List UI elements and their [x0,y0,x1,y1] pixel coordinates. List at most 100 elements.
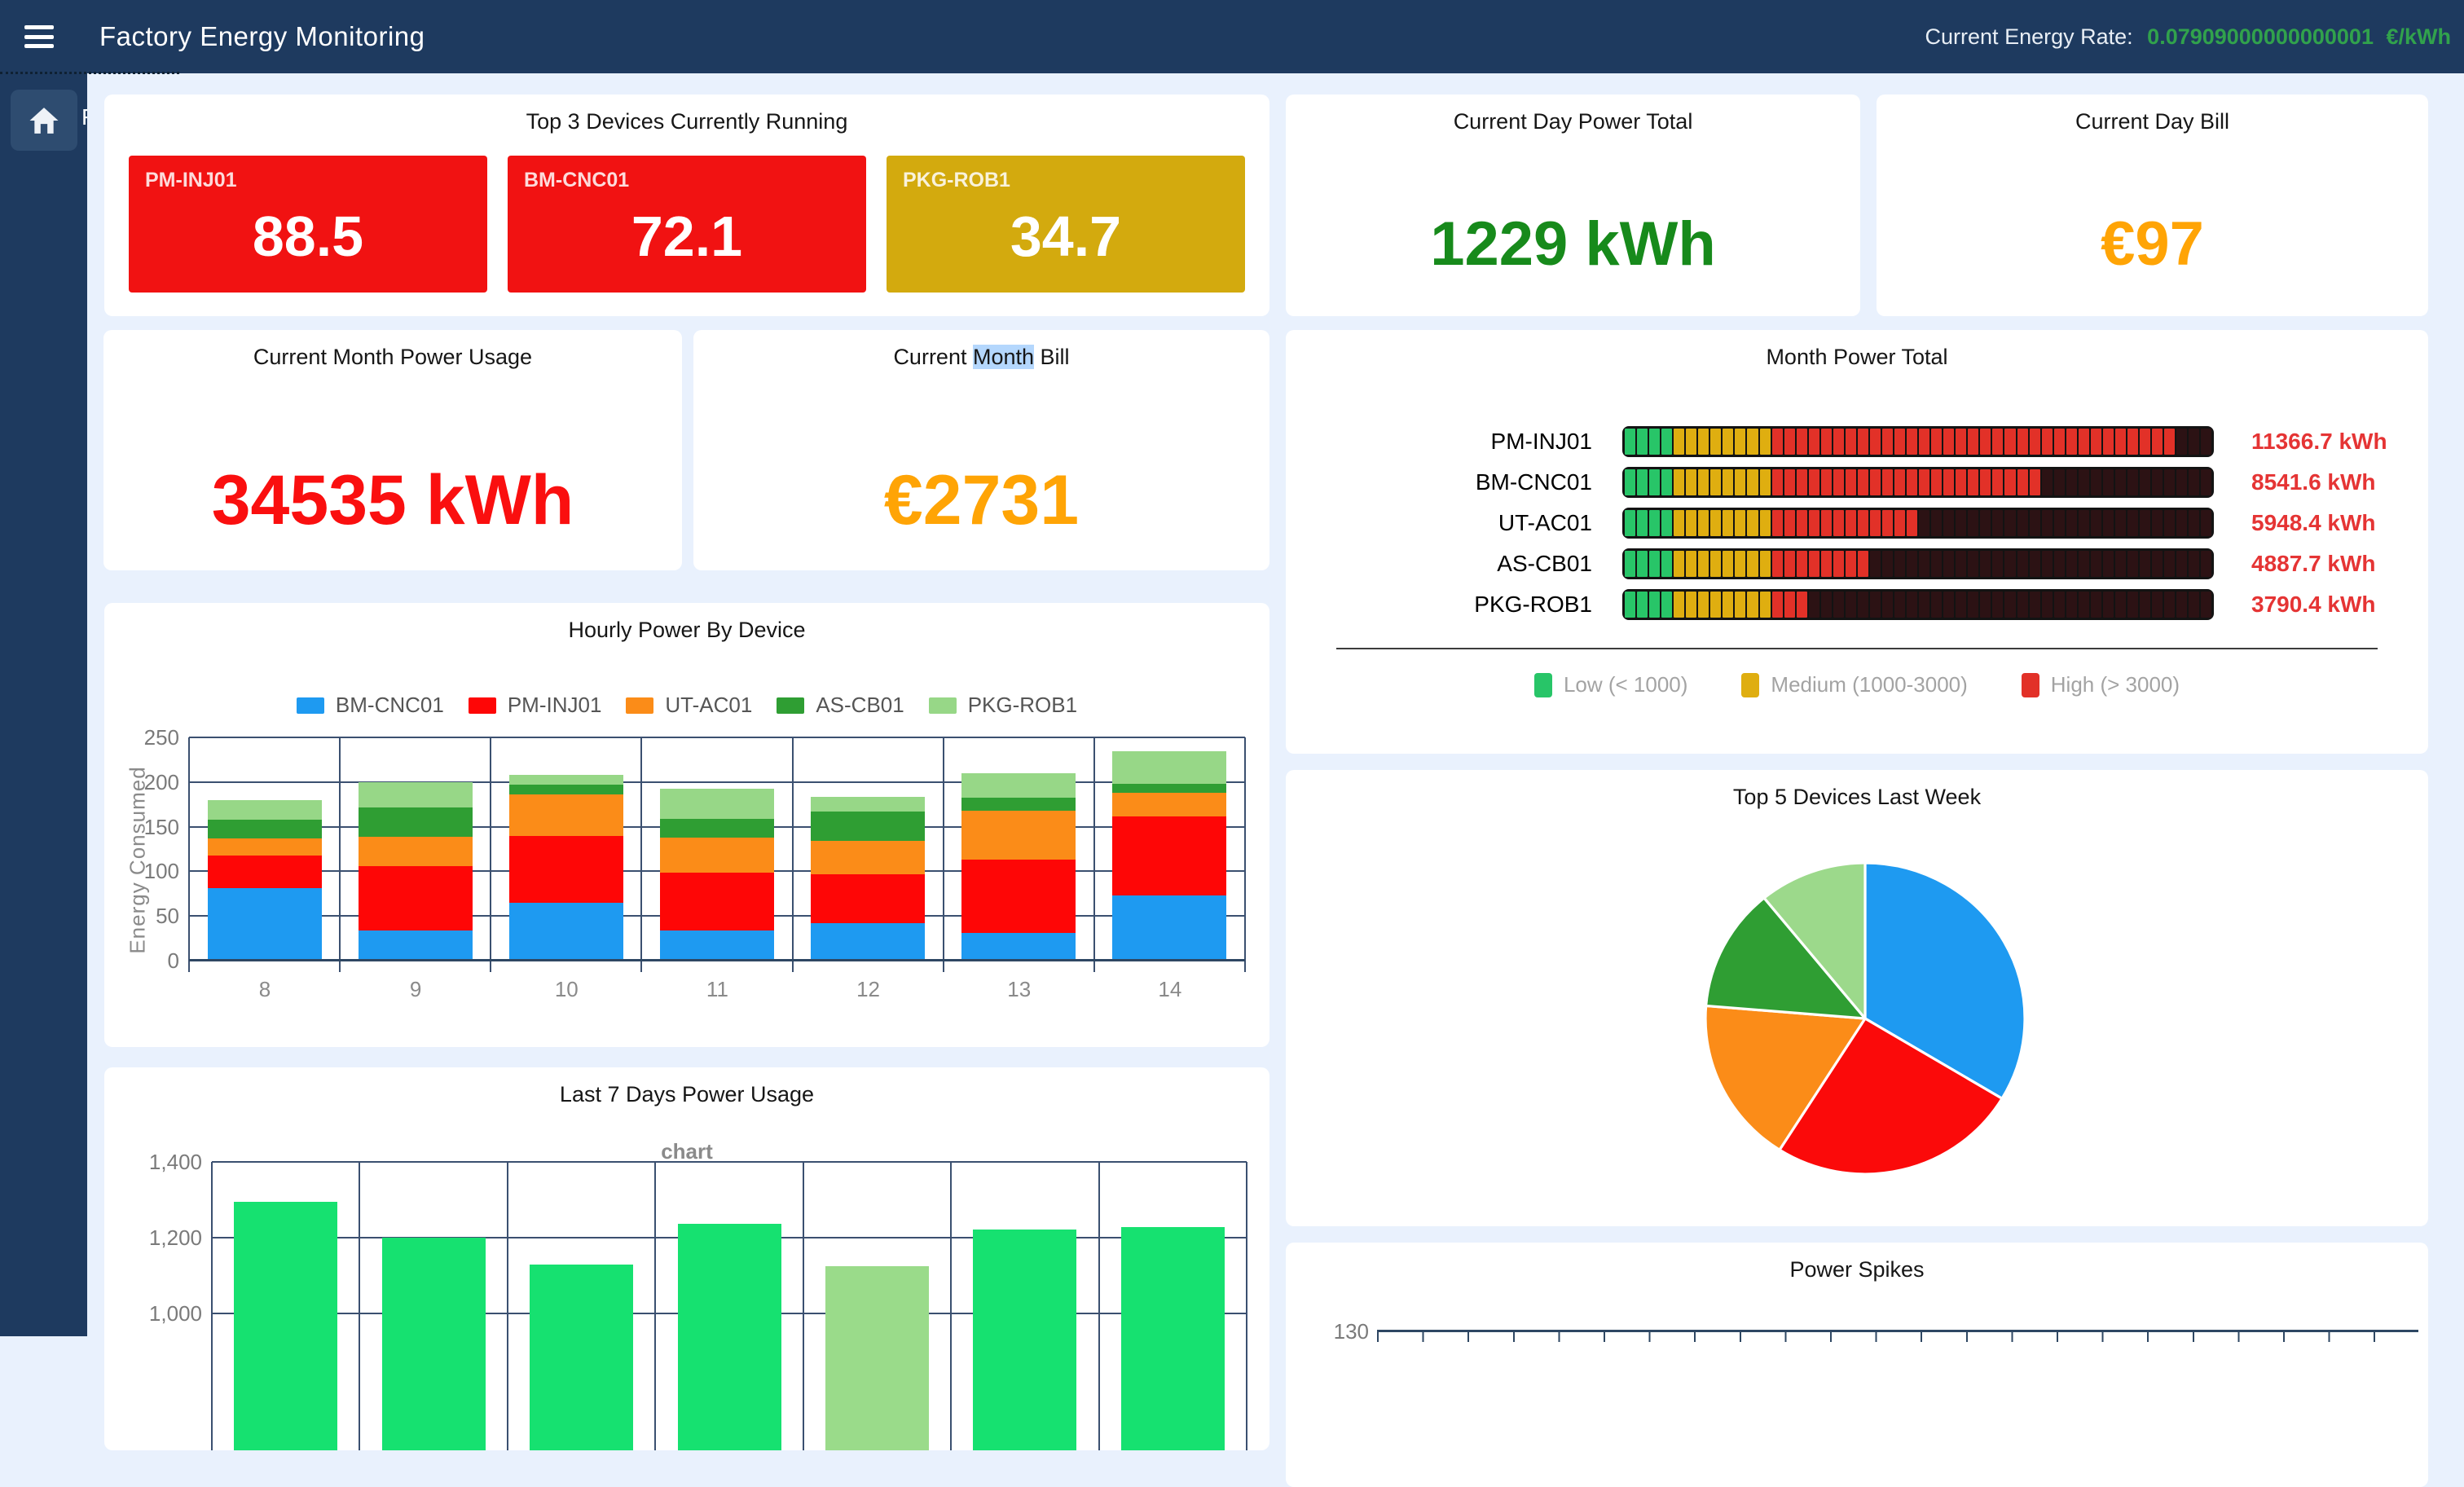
gridline-v [1098,1162,1100,1450]
stacked-bar[interactable] [660,789,774,959]
bar-segment [2066,429,2077,455]
legend-item[interactable]: BM-CNC01 [297,693,444,718]
bar-segment [1919,429,1929,455]
bar-segment [1858,510,1868,536]
bar-segment [2030,592,2040,618]
bar-segment [2030,469,2040,495]
device-kwh-value: 8541.6 kWh [2251,469,2376,495]
bar-segment [1870,592,1881,618]
bar-segment [1747,429,1758,455]
bar-segment [1882,592,1893,618]
bar-segment [2004,551,2015,577]
segmented-bar[interactable] [1622,426,2214,457]
legend-swatch [1741,673,1759,697]
bar-segment [2164,429,2175,455]
segmented-bar[interactable] [1622,508,2214,539]
bar-segment [2066,592,2077,618]
card-top3-devices: Top 3 Devices Currently Running PM-INJ01… [104,95,1269,316]
bar-segment [1698,551,1709,577]
bar-segment [1846,469,1856,495]
home-button[interactable] [11,90,77,151]
bar-segment-PKG-ROB1 [811,797,925,812]
bar-segment-PKG-ROB1 [1112,751,1226,785]
device-tile-pm-inj01[interactable]: PM-INJ01 88.5 [129,156,487,293]
selected-text: Month [973,345,1034,369]
bar-segment [1723,429,1733,455]
bar-segment [1907,551,1917,577]
stacked-bar[interactable] [208,800,322,959]
bar-segment [1992,469,2003,495]
daily-usage-bar[interactable] [530,1265,633,1450]
bar-segment [2140,551,2150,577]
card-day-power-total: Current Day Power Total 1229 kWh [1286,95,1860,316]
bar-segment [2115,510,2126,536]
bar-segment [1894,429,1905,455]
bar-segment [1992,551,2003,577]
stacked-bar[interactable] [811,797,925,959]
bar-segment-AS-CB01 [811,812,925,841]
segmented-bar[interactable] [1622,548,2214,579]
y-axis-title: Energy Consumed [125,749,151,972]
bar-segment-PM-INJ01 [359,866,473,930]
bar-segment-PM-INJ01 [660,873,774,930]
menu-icon[interactable] [24,25,54,48]
stacked-bar[interactable] [1112,751,1226,959]
segmented-bar[interactable] [1622,467,2214,498]
bar-segment [1821,551,1832,577]
legend-item[interactable]: UT-AC01 [626,693,752,718]
device-name: PM-INJ01 [145,169,471,192]
bar-segment [1797,551,1807,577]
bar-segment [1931,592,1942,618]
bar-segment [2004,510,2015,536]
bar-segment [1686,469,1696,495]
bar-segment [2152,551,2163,577]
bar-segment [2127,551,2138,577]
bar-segment-UT-AC01 [811,841,925,874]
gridline-v [950,1162,952,1450]
stacked-bar[interactable] [509,775,623,959]
bar-segment [2066,551,2077,577]
bar-segment [2115,469,2126,495]
daily-usage-bar[interactable] [678,1224,781,1450]
bar-segment [1858,592,1868,618]
month-total-row: BM-CNC018541.6 kWh [1286,462,2428,503]
bar-segment [1980,429,1991,455]
bar-segment [1661,592,1672,618]
device-tile-bm-cnc01[interactable]: BM-CNC01 72.1 [508,156,866,293]
bar-segment [2030,510,2040,536]
legend-item[interactable]: Medium (1000-3000) [1741,672,1967,697]
gridline-v [803,1162,804,1450]
bar-segment [1760,592,1771,618]
bar-segment [2152,510,2163,536]
x-axis-line [189,959,1245,961]
segmented-bar[interactable] [1622,589,2214,620]
bar-segment [1809,429,1819,455]
stacked-bar[interactable] [359,782,473,959]
gridline-h [189,781,1245,783]
bar-segment-AS-CB01 [1112,784,1226,793]
legend-swatch [777,697,804,714]
stacked-bar[interactable] [961,773,1076,959]
day-power-total-value: 1229 kWh [1286,209,1860,279]
pie-chart[interactable] [1702,856,2028,1177]
bar-segment-UT-AC01 [660,838,774,873]
bar-segment [1846,592,1856,618]
daily-usage-bar[interactable] [973,1230,1076,1450]
legend-item[interactable]: PM-INJ01 [469,693,602,718]
bar-segment-AS-CB01 [208,820,322,838]
bar-segment [2189,429,2199,455]
legend-item[interactable]: Low (< 1000) [1534,672,1687,697]
daily-usage-bar[interactable] [825,1266,929,1450]
bar-segment [2103,469,2114,495]
legend-item[interactable]: PKG-ROB1 [929,693,1077,718]
bar-segment [2017,592,2028,618]
device-tile-pkg-rob1[interactable]: PKG-ROB1 34.7 [887,156,1245,293]
legend-item[interactable]: High (> 3000) [2022,672,2180,697]
daily-usage-bar[interactable] [1121,1227,1225,1450]
card-month-bill: Current Month Bill €2731 [693,330,1269,570]
daily-usage-bar[interactable] [234,1202,337,1450]
daily-usage-bar[interactable] [382,1238,486,1450]
legend-item[interactable]: AS-CB01 [777,693,904,718]
bar-segment [2115,429,2126,455]
bar-segment-BM-CNC01 [509,903,623,959]
